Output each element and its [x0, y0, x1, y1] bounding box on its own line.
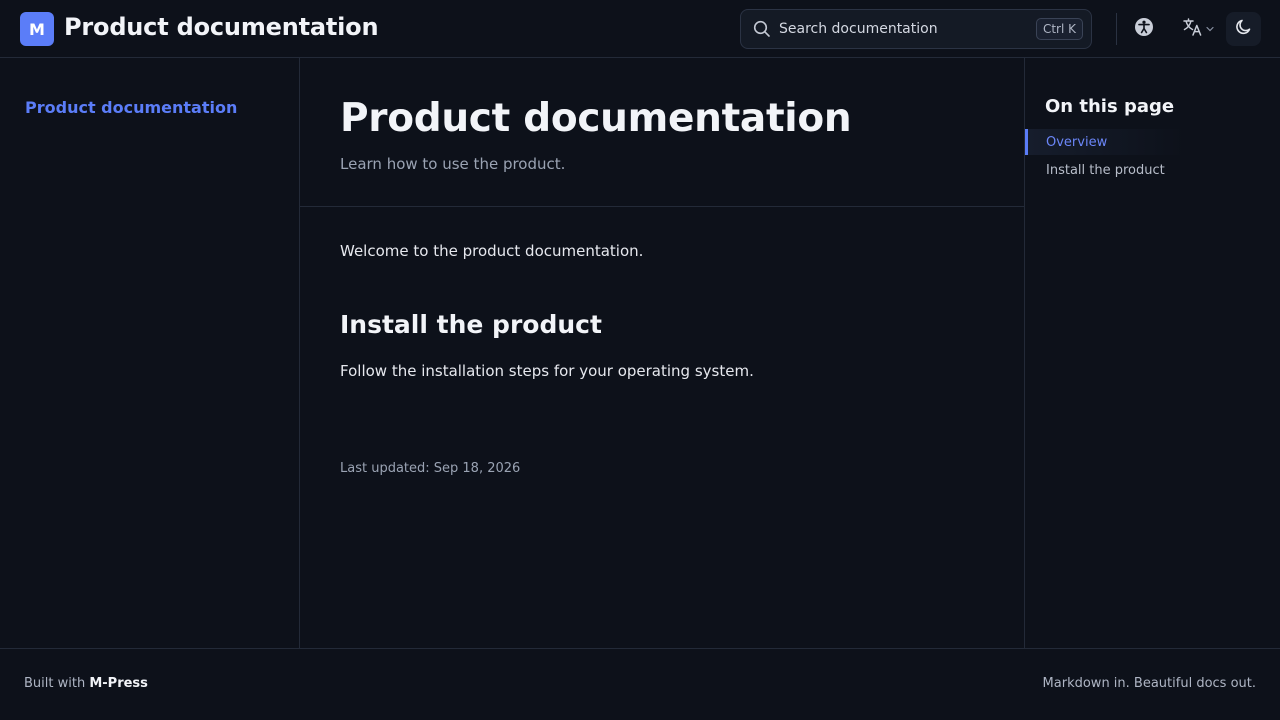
- last-updated: Last updated: Sep 18, 2026: [340, 461, 521, 476]
- footer-brand-link[interactable]: M-Press: [89, 676, 148, 691]
- accessibility-button[interactable]: [1128, 12, 1160, 46]
- page-subtitle: Learn how to use the product.: [340, 155, 566, 173]
- accessibility-icon: [1134, 17, 1154, 41]
- sidebar: Product documentation: [0, 58, 300, 648]
- search-placeholder: Search documentation: [779, 21, 938, 37]
- footer-tagline: Markdown in. Beautiful docs out.: [1042, 676, 1256, 691]
- translate-icon: [1182, 17, 1204, 41]
- footer: Built with M-Press Markdown in. Beautifu…: [0, 648, 1280, 720]
- toc-item-install[interactable]: Install the product: [1025, 157, 1185, 183]
- main-content: Product documentation Learn how to use t…: [300, 58, 1024, 648]
- sidebar-item-product-documentation[interactable]: Product documentation: [25, 98, 237, 117]
- footer-built-with: Built with M-Press: [24, 676, 148, 691]
- toc-item-overview[interactable]: Overview: [1025, 129, 1185, 155]
- language-button[interactable]: [1176, 12, 1220, 46]
- toolbar-divider: [1116, 13, 1117, 45]
- page-title: Product documentation: [340, 96, 852, 141]
- moon-icon: [1235, 18, 1253, 40]
- intro-paragraph: Welcome to the product documentation.: [340, 242, 644, 260]
- table-of-contents: On this page Overview Install the produc…: [1024, 58, 1280, 648]
- section-paragraph-install: Follow the installation steps for your o…: [340, 362, 754, 380]
- logo-letter: M: [29, 19, 45, 39]
- top-bar: M Product documentation Search documenta…: [0, 0, 1280, 58]
- theme-toggle-button[interactable]: [1226, 12, 1261, 46]
- footer-built-with-prefix: Built with: [24, 676, 86, 691]
- site-title[interactable]: Product documentation: [64, 13, 379, 41]
- toc-title: On this page: [1045, 96, 1175, 117]
- section-heading-install: Install the product: [340, 310, 602, 339]
- search-shortcut-badge: Ctrl K: [1035, 18, 1083, 40]
- search-icon: [753, 20, 771, 38]
- search-input[interactable]: Search documentation Ctrl K: [740, 9, 1092, 49]
- logo-badge[interactable]: M: [20, 12, 54, 46]
- chevron-down-icon: [1206, 26, 1214, 32]
- page-header: Product documentation Learn how to use t…: [300, 58, 1024, 207]
